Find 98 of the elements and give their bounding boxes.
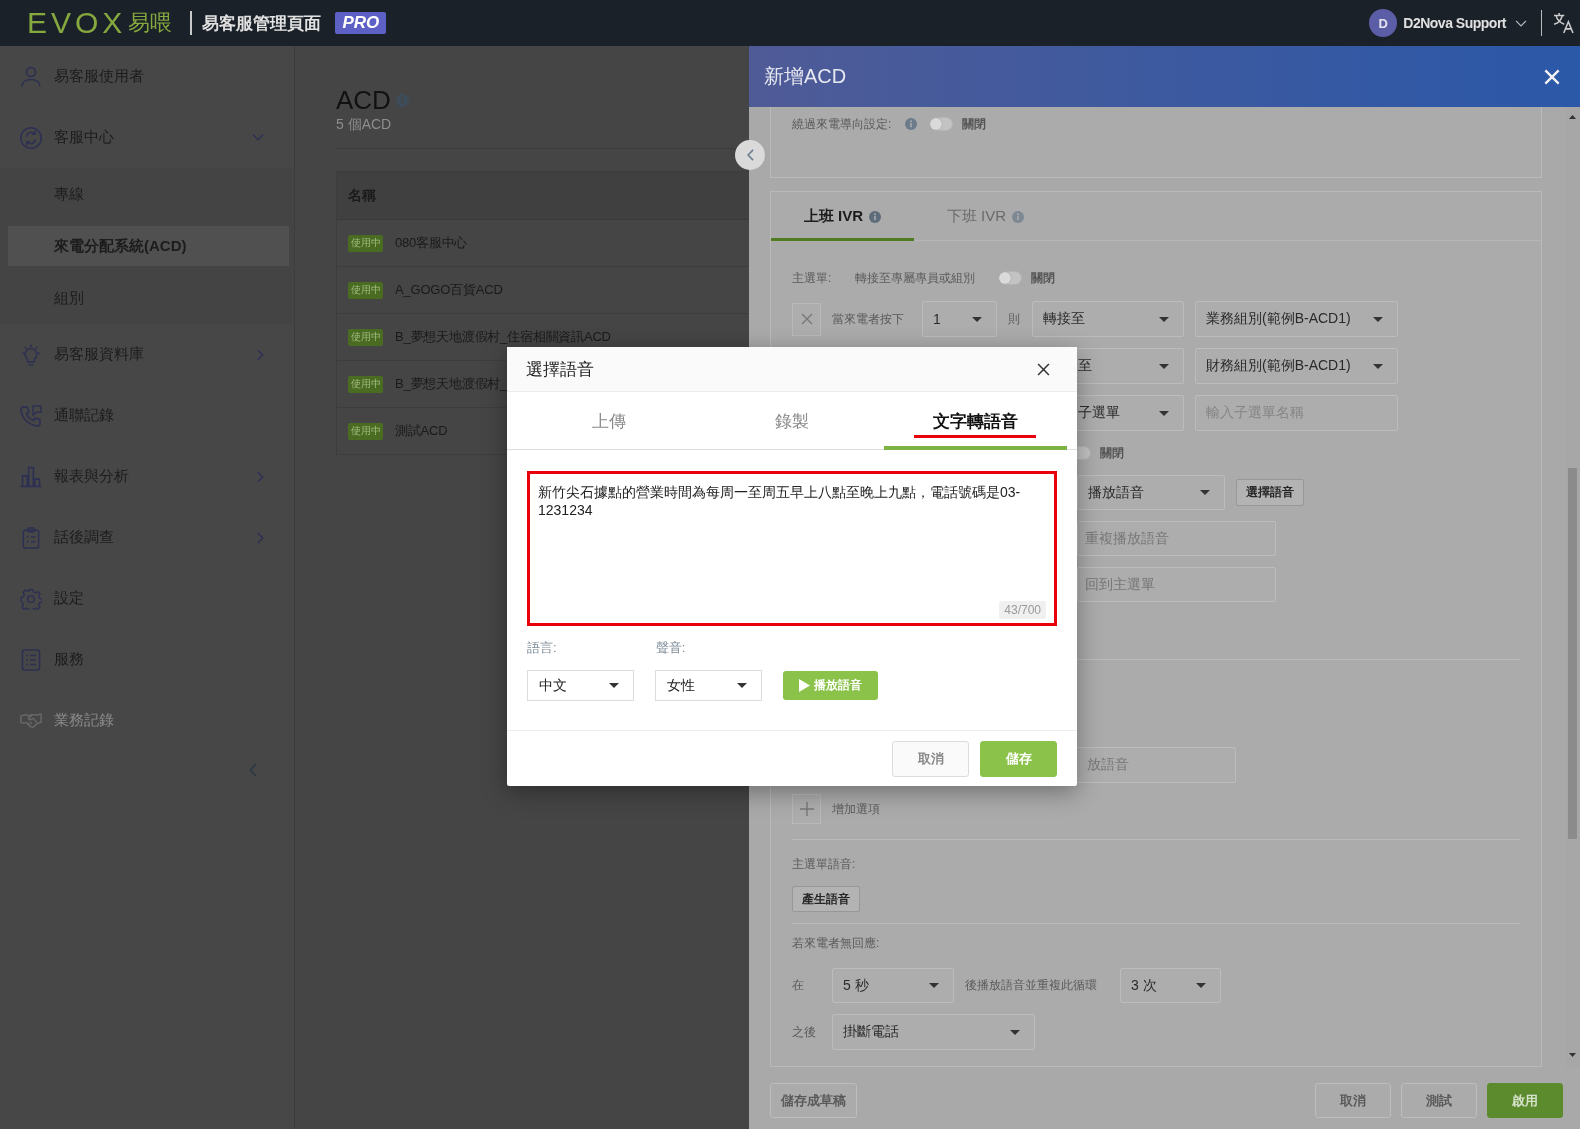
text-input-field[interactable]: 新竹尖石據點的營業時間為每周一至周五早上八點至晚上九點，電話號碼是03-1231234 43/700	[527, 471, 1057, 626]
repeat-select[interactable]: 3 次	[1120, 968, 1221, 1003]
info-icon	[1012, 210, 1025, 223]
field-label: 主選單:	[792, 269, 832, 287]
user-icon	[20, 65, 42, 88]
toggle-state-label: 關閉	[1100, 444, 1124, 462]
after-action-select[interactable]: 掛斷電話	[832, 1014, 1035, 1050]
logo: EVOX	[27, 8, 127, 38]
add-option-label[interactable]: 增加選項	[832, 800, 880, 818]
scroll-down-icon[interactable]	[1569, 1053, 1576, 1057]
tab[interactable]: 上傳	[517, 392, 701, 450]
play-icon	[799, 679, 810, 692]
toggle-label: 轉接至專屬專員或組別	[855, 269, 976, 287]
dialog-title: 選擇語音	[526, 358, 594, 381]
caret-icon	[609, 683, 619, 688]
cancel-button[interactable]: 取消	[892, 740, 969, 777]
field-label: 若來電者無回應:	[792, 934, 880, 952]
field-label: 語言:	[527, 639, 557, 657]
action-select[interactable]: 子選單	[1076, 395, 1184, 431]
phone-icon	[20, 404, 42, 427]
caret-icon	[929, 983, 939, 988]
toggle-switch[interactable]	[998, 271, 1023, 285]
status-badge: 使用中	[348, 375, 383, 393]
language-button[interactable]	[1553, 12, 1574, 34]
key-select[interactable]: 1	[922, 301, 997, 337]
field-label: 之後	[792, 1023, 816, 1041]
close-icon	[800, 313, 813, 325]
add-option-button[interactable]	[792, 794, 821, 824]
tab[interactable]: 上班 IVR	[771, 192, 914, 241]
field-label: 聲音:	[655, 639, 686, 657]
page-subtitle: 5 個ACD	[336, 116, 392, 132]
lightbulb-icon	[20, 343, 42, 366]
scroll-up-icon[interactable]	[1569, 115, 1576, 119]
voice-select[interactable]: 女性	[655, 670, 762, 701]
status-badge: 使用中	[348, 281, 383, 299]
toggle-state-label: 關閉	[962, 115, 987, 133]
footer-button[interactable]: 測試	[1401, 1083, 1477, 1118]
caret-icon	[1159, 316, 1169, 322]
app-title: 易客服管理頁面	[202, 12, 322, 35]
bar-chart-icon	[20, 465, 42, 488]
caret-icon	[1196, 983, 1206, 988]
info-icon	[869, 210, 882, 223]
wait-select[interactable]: 5 秒	[832, 968, 954, 1003]
gear-icon	[20, 587, 42, 610]
chevron-left-icon	[746, 149, 754, 161]
character-count: 43/700	[999, 601, 1046, 619]
toggle-state-label: 關閉	[1031, 269, 1056, 287]
caret-icon	[1373, 316, 1383, 322]
target-select[interactable]: 業務組別(範例B-ACD1)	[1195, 301, 1398, 337]
sync-circle-icon	[20, 126, 42, 149]
choose-voice-button[interactable]: 選擇語音	[1236, 479, 1304, 506]
caret-icon	[1373, 363, 1383, 369]
language-select[interactable]: 中文	[527, 670, 634, 701]
tab[interactable]: 文字轉語音	[883, 392, 1067, 450]
field-label: 當來電者按下	[832, 310, 904, 328]
toggle-switch[interactable]	[929, 117, 954, 131]
status-badge: 使用中	[348, 328, 383, 346]
save-draft-button[interactable]: 儲存成草稿	[770, 1083, 857, 1118]
field-label: 在	[792, 977, 804, 994]
caret-icon	[1159, 410, 1169, 416]
close-button[interactable]	[1037, 362, 1050, 376]
tab[interactable]: 下班 IVR	[914, 192, 1057, 241]
generate-voice-button[interactable]: 產生語音	[792, 886, 860, 912]
tab[interactable]: 錄製	[700, 392, 884, 450]
action-select[interactable]: 至	[1076, 348, 1184, 384]
footer-button[interactable]: 啟用	[1487, 1083, 1563, 1118]
action-select[interactable]: 轉接至	[1032, 301, 1184, 337]
close-icon	[1037, 362, 1050, 376]
caret-icon	[1159, 363, 1169, 369]
footer-button[interactable]: 取消	[1315, 1083, 1391, 1118]
document-list-icon	[20, 648, 42, 671]
clipboard-icon	[20, 526, 42, 549]
save-button[interactable]: 儲存	[980, 740, 1057, 777]
action-select[interactable]: 播放語音	[1077, 475, 1225, 510]
translate-icon	[1553, 12, 1574, 34]
target-select[interactable]: 財務組別(範例B-ACD1)	[1195, 348, 1398, 384]
status-badge: 使用中	[348, 422, 383, 440]
edition-badge: PRO	[335, 12, 387, 34]
drawer-title: 新增ACD	[764, 64, 847, 89]
play-button[interactable]: 播放語音	[783, 671, 878, 700]
field-label: 主選單語音:	[792, 855, 856, 873]
logo-text: 易喂	[128, 12, 173, 34]
status-badge: 使用中	[348, 234, 383, 252]
user-menu-button[interactable]: D2Nova Support	[1403, 15, 1527, 31]
chevron-down-icon	[1515, 19, 1527, 27]
caret-icon	[1200, 490, 1210, 495]
field-label: 後播放語音並重複此循環	[965, 977, 1097, 994]
user-avatar: D	[1369, 9, 1398, 37]
close-icon	[1544, 68, 1560, 85]
remove-button[interactable]	[792, 302, 821, 336]
caret-icon	[972, 316, 982, 322]
info-icon	[905, 118, 918, 130]
caret-icon	[737, 683, 747, 688]
field-label: 則	[1008, 310, 1020, 328]
caret-icon	[1010, 1029, 1020, 1035]
field-label: 繞過來電導向設定:	[792, 115, 892, 133]
scrollbar-thumb[interactable]	[1568, 468, 1577, 839]
plus-icon	[799, 802, 814, 816]
